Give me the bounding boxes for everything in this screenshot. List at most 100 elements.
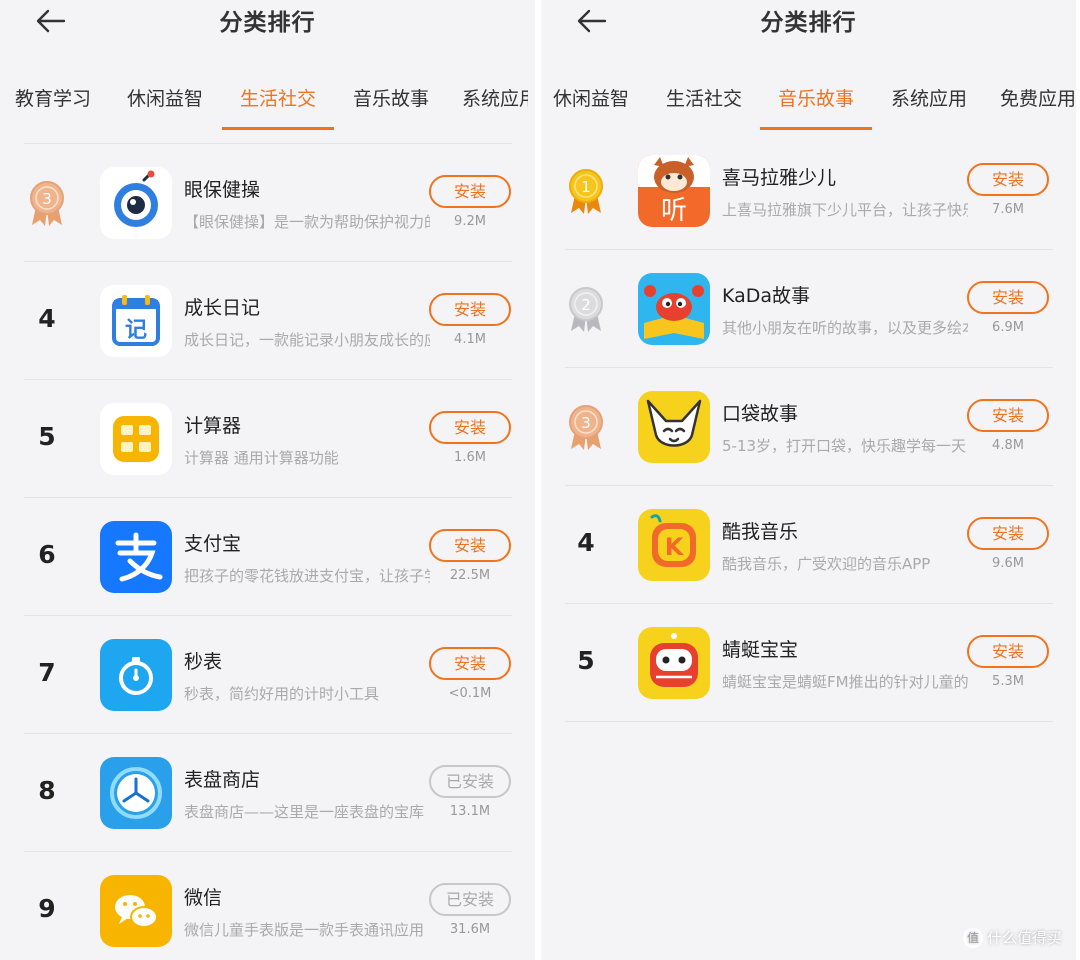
app-row[interactable]: 3 眼保健操 【眼保健操】是一款为帮助保护视力的应用 安装 9.2M — [0, 143, 535, 261]
svg-text:记: 记 — [125, 318, 147, 343]
install-button[interactable]: 安装 — [429, 647, 511, 680]
app-name: 口袋故事 — [722, 403, 799, 425]
tab-music-story[interactable]: 音乐故事 — [335, 84, 447, 111]
tab-music-story[interactable]: 音乐故事 — [760, 84, 872, 130]
rank-number: 9 — [38, 894, 56, 923]
app-description: 秒表，简约好用的计时小工具 — [184, 685, 380, 703]
app-description: 成长日记，一款能记录小朋友成长的应用 — [184, 331, 430, 349]
app-row[interactable]: 4 K 酷我音乐 酷我音乐，广受欢迎的音乐APP 安装 9.6M — [541, 485, 1076, 603]
app-row[interactable]: 5 计算器 计算器 通用计算器功能 安装 1.6M — [0, 379, 535, 497]
app-size: 5.3M — [992, 674, 1024, 689]
install-button[interactable]: 安装 — [967, 635, 1049, 668]
svg-text:K: K — [665, 533, 685, 561]
wechat-icon — [100, 875, 172, 947]
qingting-baby-icon — [638, 627, 710, 699]
app-row[interactable]: 6 支付宝 把孩子的零花钱放进支付宝，让孩子学会理财 安装 22.5M — [0, 497, 535, 615]
app-size: 4.1M — [454, 332, 486, 347]
app-name: 表盘商店 — [184, 769, 261, 791]
app-description: 上喜马拉雅旗下少儿平台，让孩子快乐成长 — [722, 201, 968, 219]
pocket-story-icon — [638, 391, 710, 463]
install-button[interactable]: 安装 — [429, 175, 511, 208]
alipay-icon — [100, 521, 172, 593]
app-description: 微信儿童手表版是一款手表通讯应用 — [184, 921, 425, 939]
app-row[interactable]: 4 记 成长日记 成长日记，一款能记录小朋友成长的应用 安装 4.1M — [0, 261, 535, 379]
tab-free-apps[interactable]: 免费应用 — [986, 84, 1076, 111]
header: 分类排行 — [0, 0, 535, 60]
medal-rank: 1 — [581, 178, 591, 196]
app-size: 22.5M — [449, 568, 491, 583]
ximalaya-kids-icon: 听 — [638, 155, 710, 227]
app-row[interactable]: 3 口袋故事 5-13岁，打开口袋，快乐趣学每一天 安装 4.8M — [541, 367, 1076, 485]
app-size: 1.6M — [454, 450, 486, 465]
app-description: 计算器 通用计算器功能 — [184, 449, 339, 467]
tab-system-apps[interactable]: 系统应用 — [448, 84, 528, 111]
install-button[interactable]: 安装 — [429, 293, 511, 326]
app-size: 9.2M — [454, 214, 486, 229]
kuwo-music-icon: K — [638, 509, 710, 581]
app-size: 4.8M — [992, 438, 1024, 453]
install-button[interactable]: 安装 — [429, 411, 511, 444]
install-button[interactable]: 安装 — [429, 529, 511, 562]
app-row[interactable]: 7 秒表 秒表，简约好用的计时小工具 安装 <0.1M — [0, 615, 535, 733]
app-description: 表盘商店——这里是一座表盘的宝库 — [184, 803, 425, 821]
diary-icon: 记 — [100, 285, 172, 357]
app-row[interactable]: 8 表盘商店 表盘商店——这里是一座表盘的宝库 已安装 13.1M — [0, 733, 535, 851]
app-name: 眼保健操 — [184, 179, 261, 201]
rank-number: 8 — [38, 776, 56, 805]
bronze-medal-icon: 3 — [30, 181, 64, 226]
left-screen: 分类排行 教育学习 休闲益智 生活社交 音乐故事 系统应用 3 — [0, 0, 535, 960]
rank-number: 4 — [577, 528, 595, 557]
tab-casual-puzzle[interactable]: 休闲益智 — [109, 84, 221, 111]
app-row[interactable]: 9 微信 微信儿童手表版是一款手表通讯应用 已安装 31.6M — [0, 851, 535, 960]
tab-life-social[interactable]: 生活社交 — [648, 84, 760, 111]
app-size: <0.1M — [448, 686, 492, 701]
calculator-icon — [100, 403, 172, 475]
tab-life-social[interactable]: 生活社交 — [222, 84, 334, 130]
install-button[interactable]: 安装 — [967, 163, 1049, 196]
app-row[interactable]: 2 KaDa故事 其他小朋友在听的故事，以及更多绘本 安装 6.9M — [541, 249, 1076, 367]
app-name: 喜马拉雅少儿 — [722, 167, 837, 189]
app-size: 13.1M — [449, 804, 491, 819]
app-name: 支付宝 — [184, 533, 242, 555]
tab-label: 生活社交 — [239, 88, 316, 110]
rank-number: 6 — [38, 540, 56, 569]
app-description: 其他小朋友在听的故事，以及更多绘本 — [722, 319, 968, 337]
tab-education[interactable]: 教育学习 — [0, 84, 109, 111]
installed-button[interactable]: 已安装 — [429, 765, 511, 798]
app-description: 把孩子的零花钱放进支付宝，让孩子学会理财 — [184, 567, 430, 585]
tab-label: 音乐故事 — [777, 88, 854, 110]
app-size: 31.6M — [449, 922, 491, 937]
medal-rank: 3 — [42, 190, 52, 208]
app-name: 酷我音乐 — [722, 521, 799, 543]
app-row[interactable]: 1 听 喜马拉雅少儿 上喜马拉雅旗下少儿平台，让孩子快乐成长 安装 7.6M — [541, 131, 1076, 249]
app-description: 5-13岁，打开口袋，快乐趣学每一天 — [722, 437, 967, 455]
install-button[interactable]: 安装 — [967, 281, 1049, 314]
app-description: 酷我音乐，广受欢迎的音乐APP — [722, 555, 931, 573]
header: 分类排行 — [541, 0, 1076, 60]
medal-rank: 3 — [581, 414, 591, 432]
page-title: 分类排行 — [219, 10, 316, 36]
page-title: 分类排行 — [760, 10, 857, 36]
install-button[interactable]: 安装 — [967, 517, 1049, 550]
app-name: 计算器 — [184, 415, 242, 437]
category-tabs: 教育学习 休闲益智 生活社交 音乐故事 系统应用 — [0, 62, 535, 132]
tab-system-apps[interactable]: 系统应用 — [873, 84, 985, 111]
app-name: 秒表 — [184, 651, 223, 673]
install-button[interactable]: 安装 — [967, 399, 1049, 432]
watermark: 值什么值得买 — [962, 927, 1062, 948]
bronze-medal-icon: 3 — [569, 405, 603, 450]
watermark-text: 什么值得买 — [986, 928, 1062, 947]
app-row[interactable]: 5 蜻蜓宝宝 蜻蜓宝宝是蜻蜓FM推出的针对儿童的应用 安装 5.3M — [541, 603, 1076, 721]
rank-number: 4 — [38, 304, 56, 333]
category-tabs: 休闲益智 生活社交 音乐故事 系统应用 免费应用 — [541, 62, 1076, 132]
app-name: 微信 — [184, 887, 223, 909]
tab-casual-puzzle[interactable]: 休闲益智 — [541, 84, 647, 111]
eye-care-icon — [100, 167, 172, 239]
app-description: 蜻蜓宝宝是蜻蜓FM推出的针对儿童的应用 — [722, 673, 968, 691]
silver-medal-icon: 2 — [569, 287, 603, 332]
kada-story-icon — [638, 273, 710, 345]
row-divider — [565, 721, 1053, 722]
app-name: KaDa故事 — [722, 285, 811, 307]
installed-button[interactable]: 已安装 — [429, 883, 511, 916]
gold-medal-icon: 1 — [569, 169, 603, 214]
